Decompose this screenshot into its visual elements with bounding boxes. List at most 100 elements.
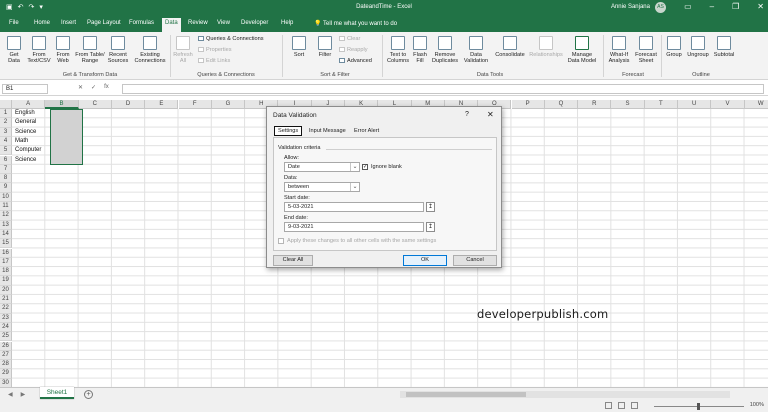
scrollbar-thumb[interactable] — [406, 392, 526, 397]
row-header-16[interactable]: 16 — [0, 248, 12, 258]
close-icon[interactable]: ✕ — [757, 2, 764, 11]
row-header-22[interactable]: 22 — [0, 304, 12, 314]
row-header-12[interactable]: 12 — [0, 211, 12, 221]
next-sheet-icon[interactable]: ▶ — [21, 391, 26, 398]
tab-home[interactable]: Home — [34, 20, 50, 26]
refresh-all-button[interactable]: Refresh All — [173, 36, 193, 65]
relationships-button[interactable]: Relationships — [527, 36, 565, 58]
tab-settings[interactable]: Settings — [274, 126, 303, 136]
subtotal-button[interactable]: Subtotal — [711, 36, 737, 58]
row-header-27[interactable]: 27 — [0, 350, 12, 361]
row-header-11[interactable]: 11 — [0, 202, 12, 212]
row-header-13[interactable]: 13 — [0, 220, 12, 230]
remove-duplicates-button[interactable]: Remove Duplicates — [429, 36, 461, 65]
user-name[interactable]: Annie Sanjana — [611, 4, 650, 10]
normal-view-icon[interactable] — [605, 402, 612, 409]
row-header-26[interactable]: 26 — [0, 341, 12, 351]
column-header-d[interactable]: D — [111, 100, 146, 109]
row-header-4[interactable]: 4 — [0, 136, 12, 147]
filter-button[interactable]: Filter — [314, 36, 336, 58]
column-header-r[interactable]: R — [578, 100, 612, 109]
tab-insert[interactable]: Insert — [61, 20, 76, 26]
row-header-15[interactable]: 15 — [0, 239, 12, 249]
ribbon-display-icon[interactable]: ▭ — [684, 2, 692, 11]
help-icon[interactable]: ? — [465, 111, 469, 118]
column-header-q[interactable]: Q — [544, 100, 579, 109]
tab-developer[interactable]: Developer — [241, 20, 268, 26]
zoom-slider-knob[interactable] — [697, 403, 700, 410]
row-header-23[interactable]: 23 — [0, 313, 12, 323]
close-icon[interactable]: ✕ — [487, 110, 494, 119]
row-header-8[interactable]: 8 — [0, 174, 12, 184]
allow-select[interactable]: Date ⌄ — [284, 162, 360, 172]
row-header-30[interactable]: 30 — [0, 378, 12, 387]
row-header-10[interactable]: 10 — [0, 192, 12, 202]
row-header-18[interactable]: 18 — [0, 267, 12, 277]
column-header-b[interactable]: B — [45, 100, 79, 109]
tab-data[interactable]: Data — [162, 18, 181, 32]
column-header-w[interactable]: W — [744, 100, 768, 109]
row-header-2[interactable]: 2 — [0, 118, 12, 128]
selected-range-b1-b6[interactable] — [50, 109, 83, 165]
reapply-button[interactable]: Reapply — [339, 47, 368, 53]
get-data-button[interactable]: Get Data — [4, 36, 24, 65]
end-date-input[interactable]: 9-03-2021 — [284, 222, 424, 232]
row-header-24[interactable]: 24 — [0, 322, 12, 333]
row-header-7[interactable]: 7 — [0, 164, 12, 175]
forecast-sheet-button[interactable]: Forecast Sheet — [634, 36, 658, 65]
row-header-6[interactable]: 6 — [0, 155, 12, 165]
ungroup-button[interactable]: Ungroup — [685, 36, 711, 58]
data-validation-button[interactable]: Data Validation — [461, 36, 491, 65]
name-box[interactable]: B1 — [2, 84, 48, 94]
from-table-range-button[interactable]: From Table/ Range — [75, 36, 105, 65]
cell-a2[interactable]: General — [15, 118, 36, 127]
advanced-button[interactable]: Advanced — [339, 58, 372, 64]
collapse-dialog-icon[interactable]: ↥ — [426, 202, 435, 212]
from-text-csv-button[interactable]: From Text/CSV — [27, 36, 51, 65]
column-header-a[interactable]: A — [12, 100, 46, 109]
row-header-1[interactable]: 1 — [0, 109, 12, 119]
row-header-19[interactable]: 19 — [0, 276, 12, 286]
column-header-u[interactable]: U — [678, 100, 712, 109]
tab-error-alert[interactable]: Error Alert — [351, 126, 382, 136]
chevron-down-icon[interactable]: ⌄ — [350, 183, 359, 191]
enter-icon[interactable]: ✓ — [91, 84, 96, 91]
fx-icon[interactable]: fx — [104, 84, 109, 91]
row-header-25[interactable]: 25 — [0, 332, 12, 342]
recent-sources-button[interactable]: Recent Sources — [105, 36, 131, 65]
edit-links-button[interactable]: Edit Links — [198, 58, 230, 64]
group-button[interactable]: Group — [664, 36, 684, 58]
tab-file[interactable]: File — [9, 20, 19, 26]
queries-connections-button[interactable]: Queries & Connections — [198, 36, 264, 42]
cancel-icon[interactable]: ✕ — [78, 84, 83, 91]
collapse-dialog-icon[interactable]: ↥ — [426, 222, 435, 232]
cancel-button[interactable]: Cancel — [453, 255, 497, 266]
row-header-28[interactable]: 28 — [0, 360, 12, 370]
row-header-5[interactable]: 5 — [0, 146, 12, 156]
tab-review[interactable]: Review — [188, 20, 208, 26]
add-sheet-icon[interactable]: + — [84, 390, 93, 399]
column-header-v[interactable]: V — [711, 100, 745, 109]
page-layout-view-icon[interactable] — [618, 402, 625, 409]
ok-button[interactable]: OK — [403, 255, 447, 266]
column-header-g[interactable]: G — [211, 100, 246, 109]
column-header-s[interactable]: S — [611, 100, 645, 109]
ignore-blank-checkbox[interactable]: ✓ — [362, 164, 368, 170]
formula-input[interactable] — [122, 84, 764, 94]
tab-formulas[interactable]: Formulas — [129, 20, 154, 26]
cell-a4[interactable]: Math — [15, 137, 28, 146]
row-header-29[interactable]: 29 — [0, 369, 12, 379]
row-header-21[interactable]: 21 — [0, 295, 12, 305]
avatar[interactable]: AS — [655, 2, 666, 13]
horizontal-scrollbar[interactable] — [400, 391, 730, 398]
sort-button[interactable]: Sort — [287, 36, 311, 58]
cell-a6[interactable]: Science — [15, 156, 36, 165]
consolidate-button[interactable]: Consolidate — [493, 36, 527, 58]
tell-me-search[interactable]: 💡 Tell me what you want to do — [314, 20, 397, 27]
select-all-corner[interactable] — [0, 100, 12, 109]
tab-page-layout[interactable]: Page Layout — [87, 20, 121, 26]
row-header-20[interactable]: 20 — [0, 285, 12, 295]
manage-data-model-button[interactable]: Manage Data Model — [566, 36, 598, 65]
tab-input-message[interactable]: Input Message — [306, 126, 349, 136]
prev-sheet-icon[interactable]: ◀ — [8, 391, 13, 398]
